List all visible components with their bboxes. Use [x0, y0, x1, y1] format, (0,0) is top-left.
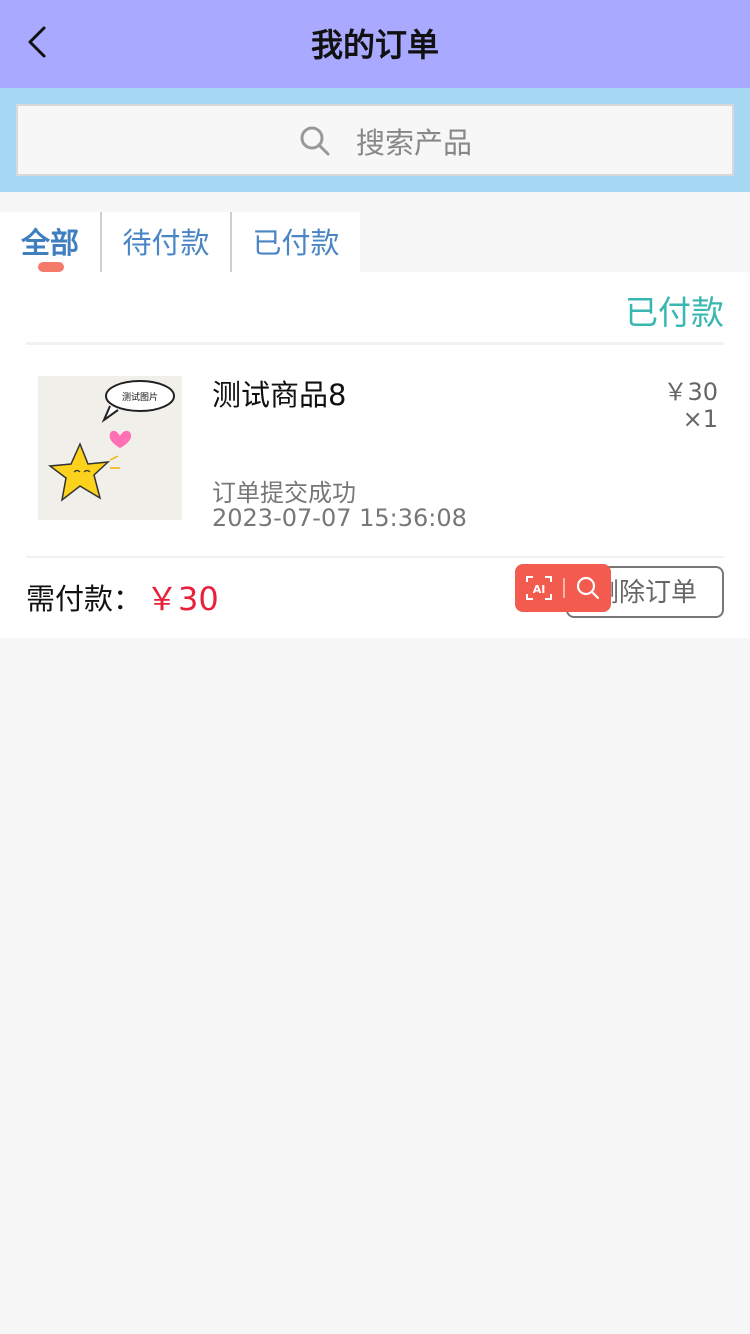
- floating-toolbar: AI: [515, 564, 611, 612]
- search-icon: [298, 124, 332, 158]
- product-price: ￥30: [663, 378, 718, 406]
- divider: [26, 556, 724, 558]
- order-card[interactable]: 已付款 测试图片 测试商品8 ￥30 ×1 订单提交成功 2023-07-07 …: [0, 272, 750, 638]
- search-placeholder: 搜索产品: [356, 126, 473, 160]
- pay-amount: ￥30: [146, 580, 219, 618]
- product-quantity: ×1: [682, 405, 718, 433]
- order-time: 2023-07-07 15:36:08: [212, 504, 467, 532]
- ai-scan-icon[interactable]: AI: [525, 574, 553, 602]
- divider: [26, 342, 724, 345]
- navbar: 我的订单: [0, 0, 750, 88]
- active-tab-indicator: [38, 262, 64, 272]
- tab-pending-payment[interactable]: 待付款: [101, 212, 231, 272]
- toolbar-divider: [563, 578, 565, 598]
- thumbnail-caption: 测试图片: [122, 391, 158, 403]
- pay-label: 需付款：: [26, 582, 143, 616]
- search-bar: 搜索产品: [0, 88, 750, 192]
- tab-paid[interactable]: 已付款: [232, 212, 360, 272]
- page-title: 我的订单: [310, 26, 439, 64]
- product-name: 测试商品8: [212, 378, 347, 412]
- order-status: 已付款: [625, 293, 724, 332]
- search-input[interactable]: 搜索产品: [16, 104, 734, 176]
- search-icon[interactable]: [573, 573, 603, 603]
- svg-text:AI: AI: [533, 583, 546, 596]
- product-thumbnail[interactable]: 测试图片: [38, 376, 182, 520]
- order-tabs: 全部 待付款 已付款: [0, 212, 360, 272]
- order-message: 订单提交成功: [212, 479, 356, 507]
